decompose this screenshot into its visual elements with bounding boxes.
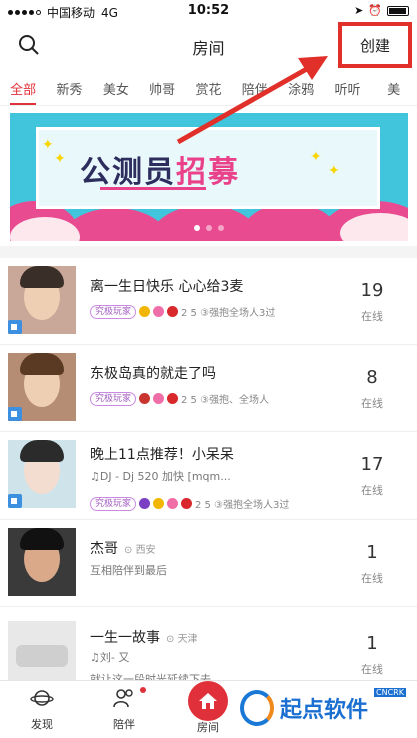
online-count: 17 xyxy=(360,454,384,475)
room-badges: 究极玩家 2 5 ③强抱、全场人 xyxy=(90,391,269,406)
watermark-logo-icon xyxy=(240,690,274,726)
gift-summary: 2 5 ③强抱全场人3过 xyxy=(195,500,290,511)
room-name: 杰哥 ⊙ 西安 xyxy=(90,538,156,558)
online-count: 8 xyxy=(366,367,378,388)
alarm-icon: ⏰ xyxy=(368,4,382,17)
tab-company-label: 陪伴 xyxy=(113,718,135,731)
room-description: 互相陪伴到最后 xyxy=(90,564,167,577)
banner-headline: 公测员招募 xyxy=(80,147,240,191)
tab-all[interactable]: 全部 xyxy=(0,68,46,105)
tab-company[interactable]: 陪伴 xyxy=(232,68,278,105)
room-location: ⊙ 天津 xyxy=(166,634,198,645)
category-tabs: 全部 新秀 美女 帅哥 赏花 陪伴 涂鸦 听听 美 xyxy=(0,68,417,106)
list-item[interactable]: 东极岛真的就走了吗 究极玩家 2 5 ③强抱、全场人 8 在线 xyxy=(0,345,417,432)
room-name: 一生一故事 ⊙ 天津 xyxy=(90,627,198,647)
room-thumbnail xyxy=(8,528,76,596)
flower-icon xyxy=(167,498,179,509)
online-count: 1 xyxy=(366,633,378,654)
room-name: 晚上11点推荐！小呆呆 xyxy=(90,447,234,463)
room-location-text: 西安 xyxy=(135,545,156,556)
banner-underline xyxy=(100,187,206,190)
sparkle-icon: ✦ xyxy=(310,149,322,165)
tab-more[interactable]: 美 xyxy=(371,68,417,105)
flower-icon xyxy=(153,306,165,317)
room-location: ⊙ 西安 xyxy=(124,545,156,556)
tab-listen[interactable]: 听听 xyxy=(324,68,370,105)
house-icon xyxy=(199,693,217,709)
room-name: 离一生日快乐 心心给3麦 xyxy=(90,279,244,295)
video-camera-icon xyxy=(8,494,22,508)
tab-discover[interactable]: 发现 xyxy=(12,687,72,732)
room-name: 东极岛真的就走了吗 xyxy=(90,366,216,382)
gift-summary: 2 5 ③强抱、全场人 xyxy=(181,395,270,406)
watermark-text: 起点软件 xyxy=(280,698,369,723)
video-camera-icon xyxy=(8,320,22,334)
sunflower-icon xyxy=(139,306,151,317)
banner-page-indicator xyxy=(10,225,408,231)
now-playing-song: ♫刘- 又 xyxy=(90,651,130,664)
tab-flowers[interactable]: 赏花 xyxy=(185,68,231,105)
room-badges: 究极玩家 2 5 ③强抱全场人3过 xyxy=(90,496,289,511)
room-name-text: 一生一故事 xyxy=(90,630,160,646)
nav-bar: 房间 创建 xyxy=(0,22,417,68)
sparkle-icon: ✦ xyxy=(328,163,340,179)
online-count: 19 xyxy=(360,280,384,301)
watermark-badge: CNCRK xyxy=(374,688,406,697)
location-icon: ➤ xyxy=(354,4,364,17)
gift-summary: 2 5 ③强抱全场人3过 xyxy=(181,308,276,319)
tab-beauty[interactable]: 美女 xyxy=(93,68,139,105)
site-watermark: 起点软件 CNCRK xyxy=(240,688,406,726)
online-label: 在线 xyxy=(361,397,383,410)
room-location-text: 天津 xyxy=(177,634,198,645)
user-level-tag: 究极玩家 xyxy=(90,496,137,511)
list-item[interactable]: 杰哥 ⊙ 西安 互相陪伴到最后 1 在线 xyxy=(0,520,417,607)
status-bar: 中国移动 4G 10:52 ➤ ⏰ xyxy=(0,0,417,22)
online-label: 在线 xyxy=(361,663,383,676)
promo-banner[interactable]: 公测员招募 ✦ ✦ ✦ ✦ xyxy=(10,113,408,241)
berry-icon xyxy=(139,393,151,404)
battery-icon xyxy=(387,5,409,16)
list-item[interactable]: 离一生日快乐 心心给3麦 究极玩家 2 5 ③强抱全场人3过 19 在线 xyxy=(0,258,417,345)
room-name-text: 杰哥 xyxy=(90,541,118,557)
sunflower-icon xyxy=(153,498,165,509)
room-thumbnail xyxy=(8,621,76,689)
sparkle-icon: ✦ xyxy=(54,151,66,167)
online-label: 在线 xyxy=(361,310,383,323)
planet-icon xyxy=(30,690,54,706)
tab-company[interactable]: 陪伴 xyxy=(94,687,154,732)
tab-handsome[interactable]: 帅哥 xyxy=(139,68,185,105)
notification-dot xyxy=(140,687,146,693)
room-badges: 究极玩家 2 5 ③强抱全场人3过 xyxy=(90,304,275,319)
online-label: 在线 xyxy=(361,572,383,585)
user-level-tag: 究极玩家 xyxy=(90,391,137,406)
create-room-button[interactable]: 创建 xyxy=(338,22,412,68)
list-item[interactable]: 晚上11点推荐！小呆呆 ♫DJ - Dj 520 加快 [mqm... 究极玩家… xyxy=(0,432,417,520)
tab-doodle[interactable]: 涂鸦 xyxy=(278,68,324,105)
tab-discover-label: 发现 xyxy=(31,718,53,731)
room-list: 离一生日快乐 心心给3麦 究极玩家 2 5 ③强抱全场人3过 19 在线 东极岛… xyxy=(0,258,417,693)
video-camera-icon xyxy=(8,407,22,421)
tab-newcomer[interactable]: 新秀 xyxy=(46,68,92,105)
online-label: 在线 xyxy=(361,484,383,497)
tab-room[interactable] xyxy=(188,681,228,721)
banner-headline-part2: 招募 xyxy=(176,155,240,190)
orb-icon xyxy=(139,498,151,509)
section-divider xyxy=(0,246,417,258)
online-count: 1 xyxy=(366,542,378,563)
rose-icon xyxy=(167,393,179,404)
tab-room-label: 房间 xyxy=(197,721,219,734)
flower-icon xyxy=(153,393,165,404)
people-icon xyxy=(113,689,133,708)
status-icons: ➤ ⏰ xyxy=(354,4,409,17)
user-level-tag: 究极玩家 xyxy=(90,304,137,319)
sparkle-icon: ✦ xyxy=(42,137,54,153)
now-playing-song: ♫DJ - Dj 520 加快 [mqm... xyxy=(90,470,231,483)
banner-headline-part1: 公测员 xyxy=(80,155,176,190)
rose-icon xyxy=(181,498,193,509)
rose-icon xyxy=(167,306,179,317)
